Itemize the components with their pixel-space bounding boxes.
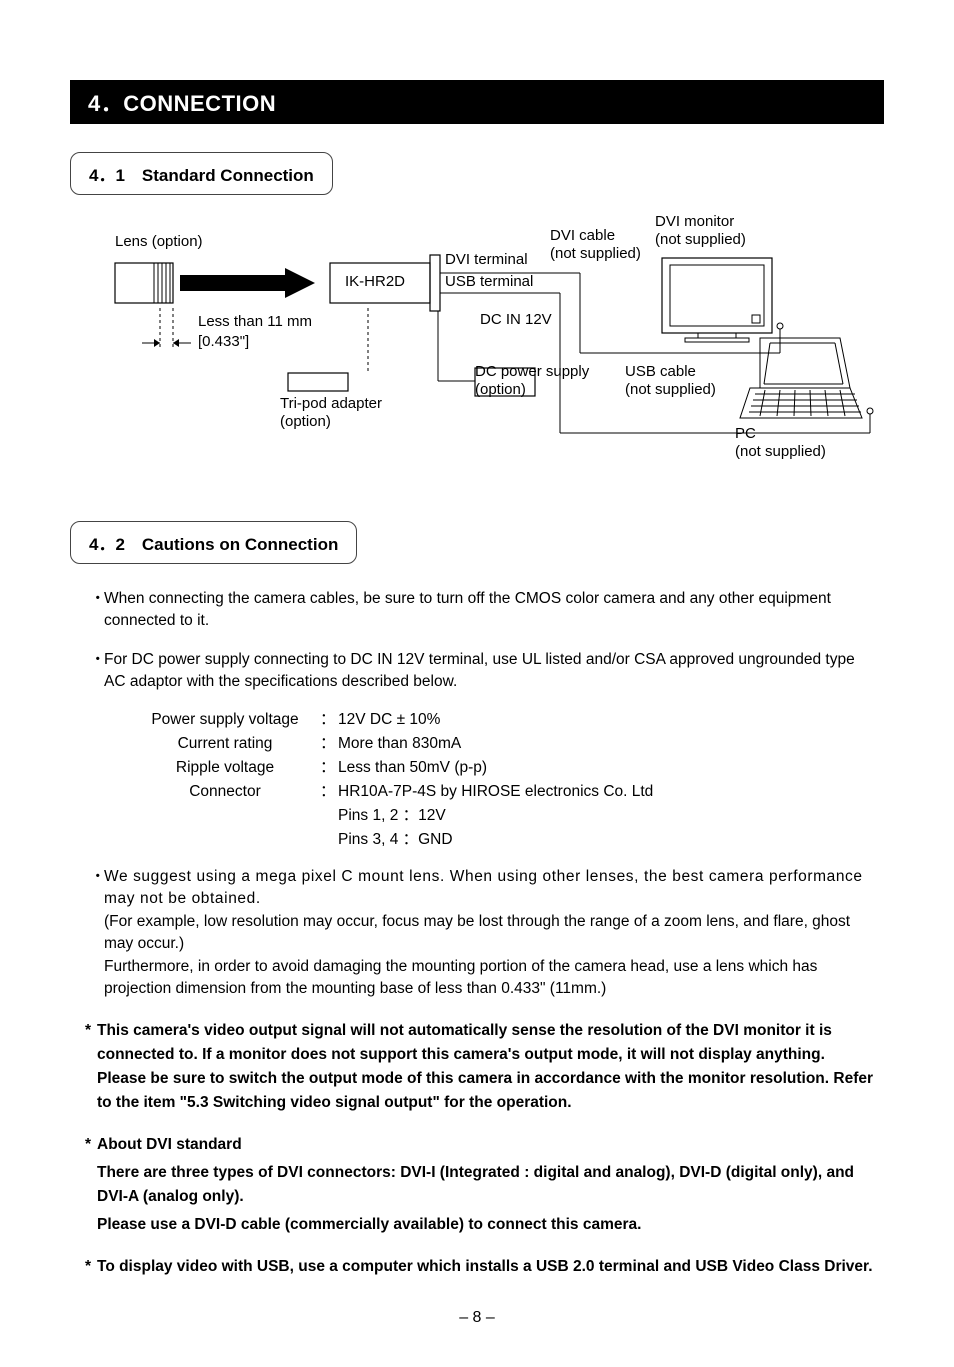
bullet-3c: Furthermore, in order to avoid damaging … bbox=[104, 958, 817, 997]
spec-colon: ： bbox=[320, 732, 338, 756]
label-dvi-cable-l1: DVI cable bbox=[550, 227, 615, 244]
label-dc-power-l1: DC power supply bbox=[475, 363, 589, 380]
bullet-3: ・ We suggest using a mega pixel C mount … bbox=[90, 866, 874, 1001]
note-1-text: This camera's video output signal will n… bbox=[97, 1019, 874, 1115]
manual-page: 4．CONNECTION 4．1 Standard Connection bbox=[0, 0, 954, 1367]
spec-row-1: Power supply voltage ： 12V DC ± 10% bbox=[130, 708, 874, 732]
spec-colon: ： bbox=[320, 780, 338, 804]
label-dc-in-12v: DC IN 12V bbox=[480, 311, 552, 328]
spec-value: More than 830mA bbox=[338, 732, 874, 756]
spec-colon: ： bbox=[320, 708, 338, 732]
spec-label: Current rating bbox=[130, 732, 320, 756]
label-less-than-line1: Less than 11 mm bbox=[198, 313, 312, 330]
label-dvi-terminal: DVI terminal bbox=[445, 251, 528, 268]
spec-label: Connector bbox=[130, 780, 320, 804]
spec-value: 12V DC ± 10% bbox=[338, 708, 874, 732]
note-2a: There are three types of DVI connectors:… bbox=[97, 1161, 874, 1209]
spec-value: Less than 50mV (p-p) bbox=[338, 756, 874, 780]
bullet-2-text: For DC power supply connecting to DC IN … bbox=[104, 649, 874, 694]
spec-label: Power supply voltage bbox=[130, 708, 320, 732]
asterisk-icon: * bbox=[85, 1133, 97, 1237]
label-usb-terminal: USB terminal bbox=[445, 273, 533, 290]
label-dc-power-l2: (option) bbox=[475, 381, 526, 398]
note-2: * About DVI standard There are three typ… bbox=[85, 1133, 874, 1237]
section-banner: 4．CONNECTION bbox=[70, 80, 884, 124]
label-dvi-monitor-l1: DVI monitor bbox=[655, 213, 734, 230]
note-2-title: About DVI standard bbox=[97, 1136, 242, 1153]
label-lens: Lens (option) bbox=[115, 233, 203, 250]
cautions-body: ・ When connecting the camera cables, be … bbox=[90, 588, 874, 1001]
spec-row-6: Pins 3, 4 ：GND bbox=[130, 828, 874, 852]
spec-value: Pins 1, 2 ：12V bbox=[338, 804, 874, 828]
page-number: – 8 – bbox=[70, 1309, 884, 1327]
connection-diagram: Lens (option) Less than 11 mm [0.433"] I… bbox=[80, 213, 880, 473]
note-3-text: To display video with USB, use a compute… bbox=[97, 1255, 873, 1279]
bullet-3-content: We suggest using a mega pixel C mount le… bbox=[104, 866, 874, 1001]
spec-label: Ripple voltage bbox=[130, 756, 320, 780]
subsection-4-1-heading: 4．1 Standard Connection bbox=[70, 152, 333, 195]
note-2-content: About DVI standard There are three types… bbox=[97, 1133, 874, 1237]
bullet-2: ・ For DC power supply connecting to DC I… bbox=[90, 649, 874, 694]
label-dvi-monitor-l2: (not supplied) bbox=[655, 231, 746, 248]
bullet-dot-icon: ・ bbox=[90, 866, 104, 1001]
subsection-4-2-heading: 4．2 Cautions on Connection bbox=[70, 521, 357, 564]
label-tripod-l1: Tri-pod adapter bbox=[280, 395, 382, 412]
spec-row-3: Ripple voltage ： Less than 50mV (p-p) bbox=[130, 756, 874, 780]
bullet-3b: (For example, low resolution may occur, … bbox=[104, 913, 850, 952]
page-number-value: 8 bbox=[473, 1309, 482, 1326]
label-usb-cable-l1: USB cable bbox=[625, 363, 696, 380]
note-2b: Please use a DVI-D cable (commercially a… bbox=[97, 1213, 874, 1237]
bullet-3a: We suggest using a mega pixel C mount le… bbox=[104, 868, 863, 907]
label-pc-l2: (not supplied) bbox=[735, 443, 826, 460]
label-tripod-l2: (option) bbox=[280, 413, 331, 430]
label-dvi-cable-l2: (not supplied) bbox=[550, 245, 641, 262]
bullet-1: ・ When connecting the camera cables, be … bbox=[90, 588, 874, 633]
spec-colon: ： bbox=[320, 756, 338, 780]
label-pc-l1: PC bbox=[735, 425, 756, 442]
bullet-1-text: When connecting the camera cables, be su… bbox=[104, 588, 874, 633]
spec-value: Pins 3, 4 ：GND bbox=[338, 828, 874, 852]
spec-row-5: Pins 1, 2 ：12V bbox=[130, 804, 874, 828]
asterisk-icon: * bbox=[85, 1255, 97, 1279]
label-less-than-line2: [0.433"] bbox=[198, 333, 249, 350]
note-1: * This camera's video output signal will… bbox=[85, 1019, 874, 1115]
asterisk-icon: * bbox=[85, 1019, 97, 1115]
bullet-dot-icon: ・ bbox=[90, 649, 104, 694]
spec-row-4: Connector ： HR10A-7P-4S by HIROSE electr… bbox=[130, 780, 874, 804]
spec-row-2: Current rating ： More than 830mA bbox=[130, 732, 874, 756]
label-usb-cable-l2: (not supplied) bbox=[625, 381, 716, 398]
note-3: * To display video with USB, use a compu… bbox=[85, 1255, 874, 1279]
spec-value: HR10A-7P-4S by HIROSE electronics Co. Lt… bbox=[338, 780, 874, 804]
label-ik-hr2d: IK-HR2D bbox=[345, 273, 405, 290]
bullet-dot-icon: ・ bbox=[90, 588, 104, 633]
